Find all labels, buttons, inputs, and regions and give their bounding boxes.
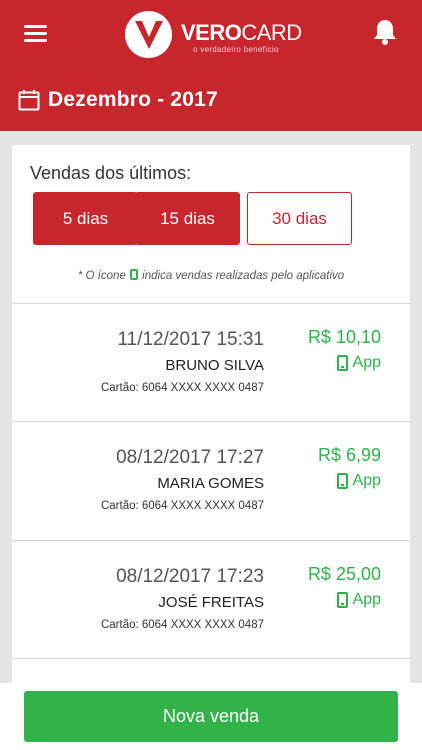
logo-mark (125, 11, 172, 58)
sale-datetime: 11/12/2017 15:31 (117, 329, 264, 350)
sales-panel: Vendas dos últimos: 5 dias 15 dias 30 di… (12, 145, 410, 750)
app-sales-note: * O ícone indica vendas realizadas pelo … (77, 269, 345, 282)
sale-card-number: Cartão: 6064 XXXX XXXX 0487 (100, 500, 264, 512)
sale-row[interactable]: 08/12/2017 17:23 JOSÉ FREITAS Cartão: 60… (12, 540, 410, 658)
filter-15-days-button[interactable]: 15 dias (135, 192, 240, 245)
app-header: VEROCARD o verdadeiro benefício Dezembro… (0, 0, 422, 131)
hamburger-menu-icon[interactable] (24, 22, 50, 44)
phone-icon (336, 592, 348, 608)
sale-amount: R$ 10,10 (307, 327, 381, 347)
sale-datetime: 08/12/2017 17:23 (116, 566, 264, 587)
phone-icon (336, 473, 348, 489)
sale-row[interactable]: 11/12/2017 15:31 BRUNO SILVA Cartão: 606… (12, 303, 410, 421)
month-title: Dezembro - 2017 (48, 88, 218, 111)
filter-30-days-button[interactable]: 30 dias (247, 192, 352, 245)
phone-icon (336, 355, 348, 371)
sale-channel: App (336, 354, 381, 372)
sale-channel: App (336, 472, 381, 490)
sale-card-number: Cartão: 6064 XXXX XXXX 0487 (100, 619, 264, 631)
sale-row[interactable]: 08/12/2017 17:27 MARIA GOMES Cartão: 606… (12, 421, 410, 539)
sale-customer-name: JOSÉ FREITAS (158, 594, 264, 611)
sale-channel: App (336, 591, 381, 609)
period-filter-label: Vendas dos últimos: (30, 163, 192, 183)
filter-5-days-button[interactable]: 5 dias (33, 192, 138, 245)
phone-icon (129, 269, 138, 280)
sale-customer-name: BRUNO SILVA (165, 357, 264, 374)
logo-tagline: o verdadeiro benefício (193, 45, 279, 54)
sale-datetime: 08/12/2017 17:27 (116, 447, 264, 468)
verocard-logo: VEROCARD o verdadeiro benefício (125, 10, 305, 60)
sale-customer-name: MARIA GOMES (157, 475, 264, 492)
calendar-icon (18, 90, 40, 111)
new-sale-button[interactable]: Nova venda (24, 691, 398, 742)
sale-amount: R$ 6,99 (317, 445, 381, 465)
sale-card-number: Cartão: 6064 XXXX XXXX 0487 (100, 382, 264, 394)
bell-icon[interactable] (372, 18, 398, 46)
logo-wordmark: VEROCARD (181, 20, 302, 45)
month-selector[interactable]: Dezembro - 2017 (18, 86, 218, 114)
sale-amount: R$ 25,00 (307, 564, 381, 584)
